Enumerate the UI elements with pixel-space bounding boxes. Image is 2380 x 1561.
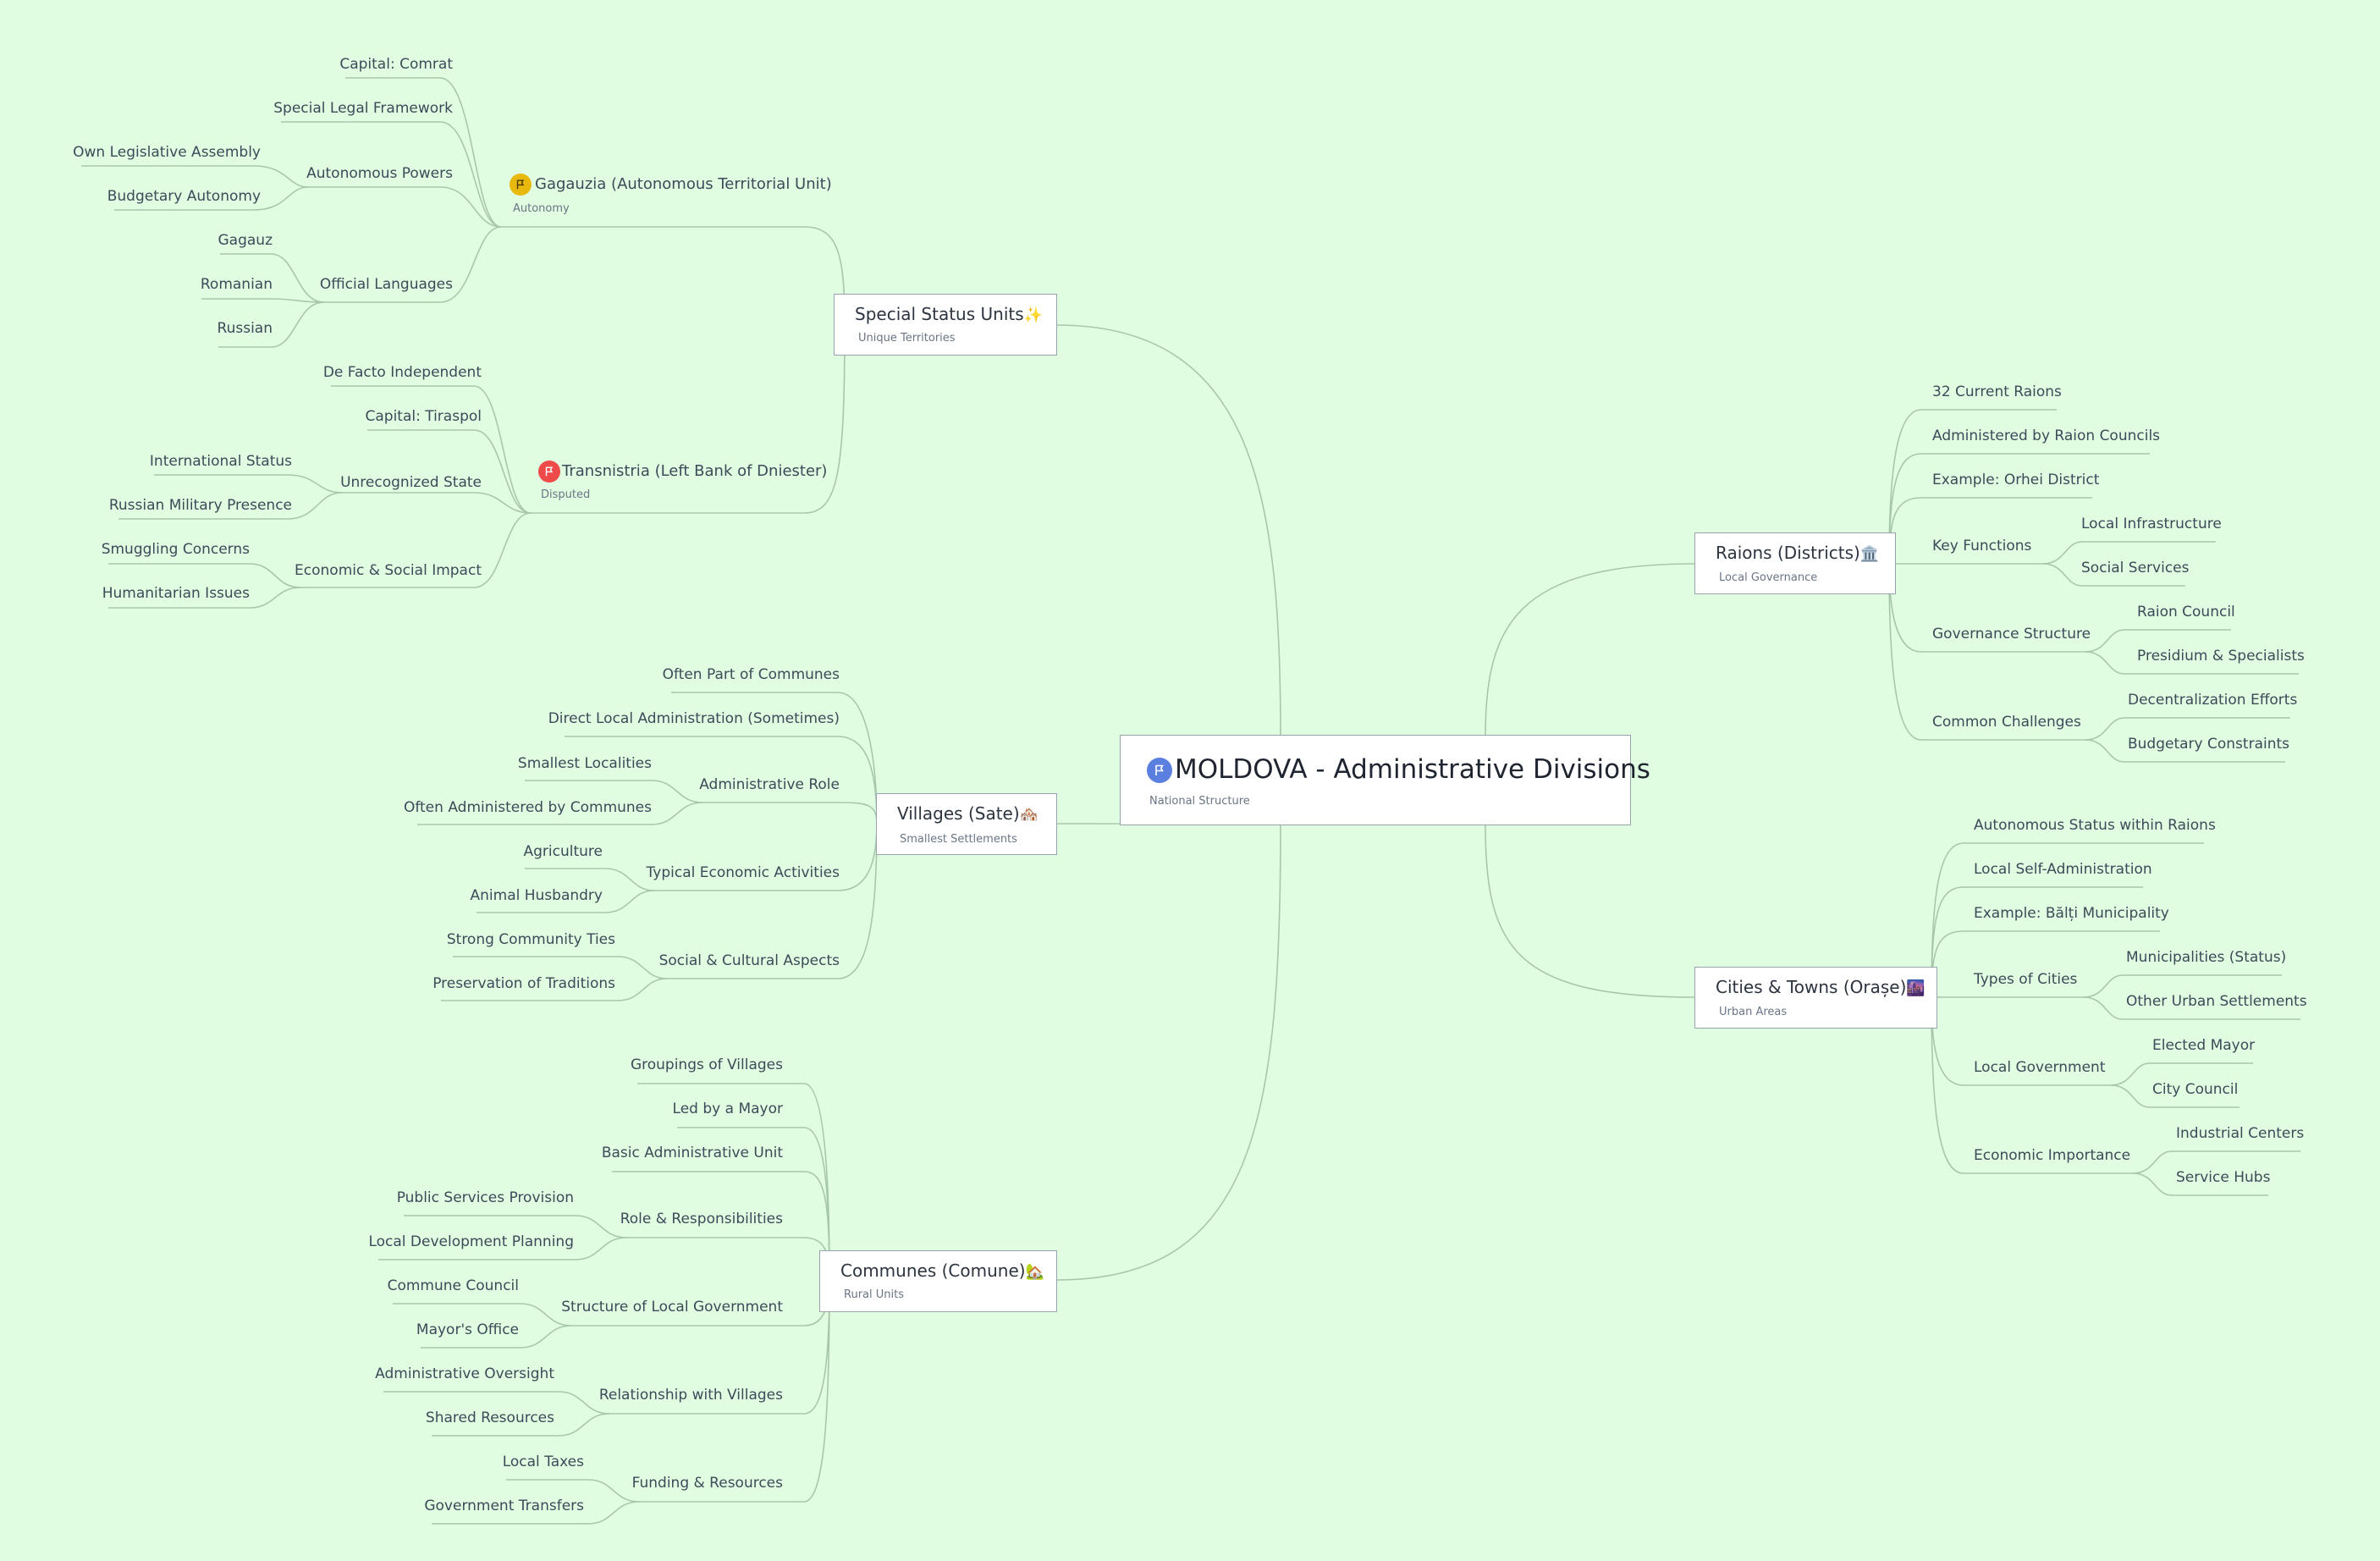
gagauzia-language-item[interactable]: Russian	[218, 319, 273, 338]
transnistria-capital[interactable]: Capital: Tiraspol	[365, 407, 482, 426]
houses-icon: 🏘️	[1019, 806, 1039, 824]
cities-types-item[interactable]: Municipalities (Status)	[2126, 948, 2286, 967]
raions-governance[interactable]: Governance Structure	[1932, 625, 2091, 643]
gagauzia-language-item[interactable]: Gagauz	[218, 231, 273, 250]
cities-autonomous[interactable]: Autonomous Status within Raions	[1974, 816, 2216, 835]
raions-example[interactable]: Example: Orhei District	[1932, 471, 2099, 489]
special-status-title: Special Status Units✨	[855, 304, 1044, 324]
cities-example[interactable]: Example: Bălți Municipality	[1974, 904, 2169, 923]
flag-icon	[538, 461, 560, 483]
cities-node[interactable]: Cities & Towns (Orașe)🌆 Urban Areas	[1694, 967, 1937, 1029]
cities-government-item[interactable]: City Council	[2152, 1080, 2238, 1099]
cities-types[interactable]: Types of Cities	[1974, 970, 2077, 989]
root-subtitle: National Structure	[1149, 795, 1250, 808]
communes-role[interactable]: Role & Responsibilities	[620, 1210, 783, 1228]
raions-challenges-item[interactable]: Budgetary Constraints	[2128, 735, 2289, 753]
raions-administered[interactable]: Administered by Raion Councils	[1932, 427, 2160, 445]
communes-funding[interactable]: Funding & Resources	[632, 1474, 783, 1492]
transnistria-independent[interactable]: De Facto Independent	[323, 363, 482, 382]
gagauzia-language-item[interactable]: Romanian	[201, 275, 273, 294]
villages-role[interactable]: Administrative Role	[699, 775, 840, 794]
transnistria-impact-item[interactable]: Humanitarian Issues	[102, 584, 250, 603]
communes-subtitle: Rural Units	[844, 1288, 904, 1301]
government-building-icon: 🏛️	[1859, 545, 1880, 563]
raions-title: Raions (Districts)🏛️	[1716, 543, 1880, 563]
communes-node[interactable]: Communes (Comune)🏡 Rural Units	[819, 1250, 1057, 1312]
communes-funding-item[interactable]: Local Taxes	[503, 1453, 584, 1471]
villages-social-item[interactable]: Preservation of Traditions	[432, 974, 615, 993]
cities-types-item[interactable]: Other Urban Settlements	[2126, 992, 2307, 1011]
raions-functions-item[interactable]: Social Services	[2081, 559, 2190, 577]
raions-functions[interactable]: Key Functions	[1932, 537, 2031, 555]
villages-social[interactable]: Social & Cultural Aspects	[659, 951, 840, 970]
gagauzia-capital[interactable]: Capital: Comrat	[339, 55, 453, 74]
sparkles-icon: ✨	[1023, 306, 1044, 324]
cityscape-icon: 🌆	[1906, 979, 1925, 997]
villages-node[interactable]: Villages (Sate)🏘️ Smallest Settlements	[876, 793, 1057, 855]
villages-econ-item[interactable]: Animal Husbandry	[471, 886, 603, 905]
root-title: MOLDOVA - Administrative Divisions	[1175, 754, 1650, 785]
villages-part[interactable]: Often Part of Communes	[663, 665, 840, 684]
gagauzia-subtitle: Autonomy	[513, 202, 570, 215]
transnistria-impact[interactable]: Economic & Social Impact	[295, 561, 482, 580]
special-status-node[interactable]: Special Status Units✨ Unique Territories	[834, 294, 1057, 356]
gagauzia-powers-item[interactable]: Budgetary Autonomy	[107, 187, 261, 206]
communes-structure-item[interactable]: Commune Council	[388, 1277, 519, 1295]
transnistria-subtitle: Disputed	[541, 488, 591, 501]
transnistria-unrecognized[interactable]: Unrecognized State	[340, 473, 482, 492]
raions-challenges[interactable]: Common Challenges	[1932, 713, 2081, 731]
communes-relationship[interactable]: Relationship with Villages	[599, 1386, 783, 1404]
communes-relationship-item[interactable]: Administrative Oversight	[375, 1365, 554, 1383]
raions-current[interactable]: 32 Current Raions	[1932, 383, 2062, 401]
communes-mayor[interactable]: Led by a Mayor	[673, 1100, 783, 1118]
gagauzia-legal[interactable]: Special Legal Framework	[273, 99, 453, 118]
gagauzia-languages[interactable]: Official Languages	[320, 275, 453, 294]
transnistria-node[interactable]: Transnistria (Left Bank of Dniester)	[562, 462, 827, 481]
villages-subtitle: Smallest Settlements	[900, 833, 1017, 846]
communes-relationship-item[interactable]: Shared Resources	[426, 1409, 554, 1427]
cities-economic-item[interactable]: Service Hubs	[2176, 1168, 2270, 1187]
villages-econ-item[interactable]: Agriculture	[524, 842, 603, 861]
communes-structure-item[interactable]: Mayor's Office	[416, 1321, 519, 1339]
raions-challenges-item[interactable]: Decentralization Efforts	[2128, 691, 2297, 709]
communes-funding-item[interactable]: Government Transfers	[424, 1497, 584, 1515]
communes-role-item[interactable]: Local Development Planning	[368, 1233, 574, 1251]
raions-node[interactable]: Raions (Districts)🏛️ Local Governance	[1694, 532, 1896, 594]
root-node[interactable]: MOLDOVA - Administrative Divisions Natio…	[1120, 735, 1650, 825]
villages-direct[interactable]: Direct Local Administration (Sometimes)	[548, 709, 840, 728]
transnistria-impact-item[interactable]: Smuggling Concerns	[102, 540, 250, 559]
gagauzia-powers-item[interactable]: Own Legislative Assembly	[73, 143, 261, 162]
villages-role-item[interactable]: Often Administered by Communes	[404, 798, 652, 817]
cities-economic-item[interactable]: Industrial Centers	[2176, 1124, 2304, 1143]
cities-government-item[interactable]: Elected Mayor	[2152, 1036, 2255, 1055]
cities-subtitle: Urban Areas	[1719, 1006, 1788, 1018]
cities-government[interactable]: Local Government	[1974, 1058, 2105, 1077]
cities-title: Cities & Towns (Orașe)🌆	[1716, 977, 1925, 997]
special-status-subtitle: Unique Territories	[858, 332, 956, 345]
villages-role-item[interactable]: Smallest Localities	[518, 754, 652, 773]
cities-economic[interactable]: Economic Importance	[1974, 1146, 2130, 1165]
flag-icon	[1147, 758, 1172, 783]
gagauzia-powers[interactable]: Autonomous Powers	[306, 164, 453, 183]
raions-governance-item[interactable]: Raion Council	[2137, 603, 2235, 621]
communes-basic[interactable]: Basic Administrative Unit	[602, 1144, 783, 1162]
communes-structure[interactable]: Structure of Local Government	[561, 1298, 783, 1316]
transnistria-unrecognized-item[interactable]: Russian Military Presence	[109, 496, 292, 515]
cities-self[interactable]: Local Self-Administration	[1974, 860, 2152, 879]
gagauzia-node[interactable]: Gagauzia (Autonomous Territorial Unit)	[535, 175, 832, 194]
raions-functions-item[interactable]: Local Infrastructure	[2081, 515, 2222, 533]
communes-title: Communes (Comune)🏡	[840, 1260, 1044, 1281]
transnistria-unrecognized-item[interactable]: International Status	[150, 452, 292, 471]
villages-econ[interactable]: Typical Economic Activities	[647, 863, 840, 882]
house-icon: 🏡	[1025, 1263, 1044, 1281]
villages-title: Villages (Sate)🏘️	[897, 803, 1039, 824]
villages-social-item[interactable]: Strong Community Ties	[447, 930, 615, 949]
flag-icon	[510, 174, 532, 196]
communes-groupings[interactable]: Groupings of Villages	[631, 1056, 783, 1074]
communes-role-item[interactable]: Public Services Provision	[397, 1189, 574, 1207]
raions-subtitle: Local Governance	[1719, 571, 1818, 584]
raions-governance-item[interactable]: Presidium & Specialists	[2137, 647, 2305, 665]
